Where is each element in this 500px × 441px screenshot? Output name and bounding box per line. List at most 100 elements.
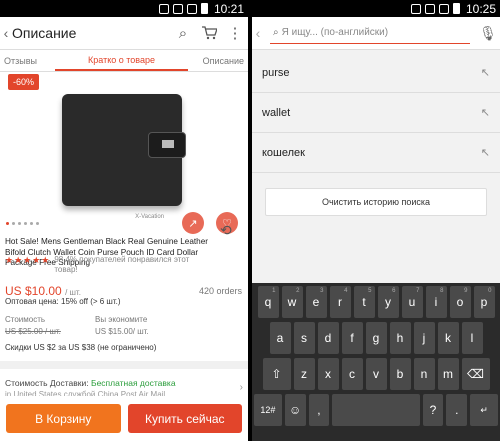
key-q[interactable]: q1 [257, 286, 279, 318]
keyboard-row-4: 12# ☺,?. ↵ [254, 394, 498, 426]
key-,[interactable]: , [308, 394, 330, 426]
arrow-up-left-icon[interactable]: ↖ [481, 146, 490, 159]
share-icon[interactable]: ↗ [182, 212, 204, 234]
shipping-value: Бесплатная доставка [91, 378, 176, 388]
key-space[interactable] [332, 394, 420, 426]
wallet-plate [162, 140, 174, 148]
search-box[interactable]: ⌕ [270, 22, 470, 44]
gallery-dots [6, 222, 39, 225]
orders-count: 420 orders [198, 286, 242, 296]
microphone-icon[interactable]: 🎙 [476, 25, 500, 42]
key-k[interactable]: k [437, 322, 459, 354]
key-r[interactable]: r4 [329, 286, 351, 318]
key-⇧[interactable]: ⇧ [262, 358, 291, 390]
key-↵[interactable]: ↵ [470, 394, 498, 426]
shipping-row[interactable]: Стоимость Доставки: Бесплатная доставка [5, 378, 176, 388]
product-image: X-Vacation [62, 94, 186, 220]
wholesale-price: Оптовая цена: 15% off (> 6 шт.) [5, 297, 121, 306]
status-bar: 10:21 [0, 0, 248, 17]
key-t[interactable]: t5 [353, 286, 375, 318]
add-to-cart-button[interactable]: В Корзину [6, 404, 121, 433]
suggestion-item[interactable]: кошелек ↖ [252, 133, 500, 173]
key-z[interactable]: z [293, 358, 315, 390]
tab-description[interactable]: Описание [188, 50, 248, 71]
key-☺[interactable]: ☺ [284, 394, 306, 426]
discount-badge: -60% [8, 74, 40, 90]
key-p[interactable]: p0 [473, 286, 495, 318]
key-w[interactable]: w2 [281, 286, 303, 318]
search-icon: ⌕ [273, 27, 279, 38]
arrow-up-left-icon[interactable]: ↖ [481, 106, 490, 119]
page-title: Описание [12, 25, 77, 41]
price-value: US $10.00 [5, 284, 62, 298]
wifi-icon [424, 3, 435, 14]
suggestion-item[interactable]: wallet ↖ [252, 93, 500, 133]
translate-icon[interactable]: ⟲ [220, 222, 232, 239]
suggestion-text: кошелек [262, 146, 305, 159]
product-gallery[interactable]: -60% X-Vacation ↗ ♡ [0, 72, 248, 237]
key-b[interactable]: b [389, 358, 411, 390]
search-screen: 10:25 ‹ ⌕ 🎙 purse ↖ wallet ↖ кошелек ↖ О… [252, 0, 500, 441]
key-m[interactable]: m [437, 358, 459, 390]
keyboard-row-3: ⇧ z x c v b n m ⌫ [254, 358, 498, 390]
back-icon[interactable]: ‹ [252, 25, 264, 41]
suggestion-text: wallet [262, 106, 291, 119]
key-d[interactable]: d [317, 322, 339, 354]
key-u[interactable]: u7 [401, 286, 423, 318]
key-.[interactable]: . [446, 394, 468, 426]
price: US $10.00 / шт. [5, 284, 81, 298]
key-?[interactable]: ? [422, 394, 444, 426]
cost-value: US $25.00 / шт. [5, 327, 61, 336]
action-bar: В Корзину Купить сейчас [0, 396, 248, 441]
search-header: ‹ ⌕ 🎙 [252, 17, 500, 50]
buy-now-button[interactable]: Купить сейчас [127, 404, 242, 433]
header: ‹ Описание ⌕ ⋮ [0, 17, 248, 50]
keyboard: q1w2e3r4t5y6u7i8o9p0 asdfghjkl ⇧ z x c v b n m ⌫… [252, 283, 500, 441]
key-⌫[interactable]: ⌫ [461, 358, 490, 390]
shipping-label: Стоимость Доставки: [5, 378, 89, 388]
key-n[interactable]: n [413, 358, 435, 390]
status-bar: 10:25 [252, 0, 500, 17]
battery-icon [200, 3, 208, 14]
tab-reviews[interactable]: Отзывы [0, 50, 55, 71]
original-cost: Стоимость US $25.00 / шт. [5, 314, 61, 338]
discount-info: Скидки US $2 за US $38 (не ограничено) [5, 343, 157, 352]
key-h[interactable]: h [389, 322, 411, 354]
status-time: 10:25 [465, 1, 496, 16]
key-e[interactable]: e3 [305, 286, 327, 318]
key-j[interactable]: j [413, 322, 435, 354]
signal-icon [186, 3, 197, 14]
cart-icon[interactable] [196, 17, 222, 50]
alarm-icon [158, 3, 169, 14]
arrow-up-left-icon[interactable]: ↖ [481, 66, 490, 79]
key-c[interactable]: c [341, 358, 363, 390]
key-v[interactable]: v [365, 358, 387, 390]
key-o[interactable]: o9 [449, 286, 471, 318]
clear-history-button[interactable]: Очистить историю поиска [265, 188, 487, 216]
tab-summary[interactable]: Кратко о товаре [55, 50, 188, 71]
image-caption: X-Vacation [135, 214, 164, 220]
key-a[interactable]: a [269, 322, 291, 354]
price-unit: / шт. [65, 288, 81, 297]
divider [0, 361, 248, 369]
cost-label: Стоимость [5, 315, 46, 324]
search-input[interactable] [281, 27, 422, 38]
key-s[interactable]: s [293, 322, 315, 354]
key-l[interactable]: l [461, 322, 483, 354]
key-i[interactable]: i8 [425, 286, 447, 318]
key-f[interactable]: f [341, 322, 363, 354]
signal-icon [438, 3, 449, 14]
suggestion-item[interactable]: purse ↖ [252, 53, 500, 93]
key-g[interactable]: g [365, 322, 387, 354]
more-icon[interactable]: ⋮ [222, 17, 248, 50]
product-screen: 10:21 ‹ Описание ⌕ ⋮ Отзывы Кратко о тов… [0, 0, 248, 441]
back-icon[interactable]: ‹ [0, 25, 12, 41]
savings-value: US $15.00/ шт. [95, 327, 149, 336]
key-y[interactable]: y6 [377, 286, 399, 318]
suggestion-text: purse [262, 66, 290, 79]
rating: ★★★★★ 98,4% покупателей понравился этот … [5, 255, 194, 275]
status-time: 10:21 [213, 1, 244, 16]
search-icon[interactable]: ⌕ [170, 17, 196, 50]
key-12#[interactable]: 12# [254, 394, 282, 426]
key-x[interactable]: x [317, 358, 339, 390]
